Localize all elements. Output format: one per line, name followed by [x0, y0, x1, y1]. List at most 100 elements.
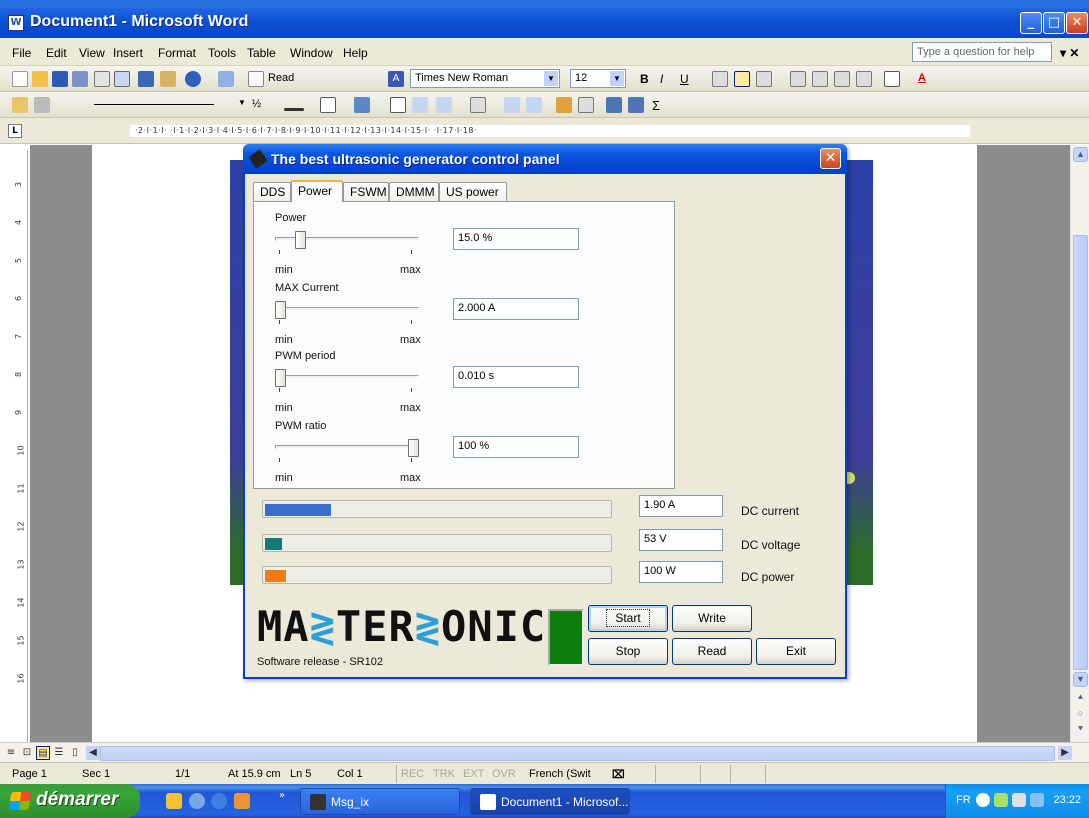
chevron-down-icon[interactable]: ▼: [238, 98, 246, 107]
borders-icon[interactable]: [884, 71, 900, 87]
merge-cells-icon[interactable]: [412, 97, 428, 113]
scroll-thumb[interactable]: [1073, 235, 1088, 670]
read-button[interactable]: Read: [672, 638, 752, 665]
dialog-close-button[interactable]: ✕: [820, 148, 841, 169]
table-icon[interactable]: [390, 97, 406, 113]
slider[interactable]: [275, 301, 419, 319]
help-search-input[interactable]: Type a question for help: [912, 42, 1052, 62]
ie-icon[interactable]: [189, 793, 205, 809]
menu-tools[interactable]: Tools: [208, 46, 236, 60]
font-size-select[interactable]: 12 ▼: [570, 69, 626, 88]
write-button[interactable]: Write: [672, 605, 752, 632]
insert-table-icon[interactable]: [218, 71, 234, 87]
research-icon[interactable]: [138, 71, 154, 87]
previous-page-icon[interactable]: ⯅: [1073, 691, 1088, 706]
styles-icon[interactable]: A: [388, 71, 404, 87]
autoformat-icon[interactable]: [556, 97, 572, 113]
scroll-up-icon[interactable]: ▲: [1073, 147, 1088, 162]
word-app-icon[interactable]: W: [8, 15, 24, 31]
slider[interactable]: [275, 231, 419, 249]
menu-insert[interactable]: Insert: [113, 46, 143, 60]
outlook-icon[interactable]: [234, 793, 250, 809]
tab-fswm[interactable]: FSWM: [343, 182, 389, 201]
tab-dmmm[interactable]: DMMM: [389, 182, 439, 201]
align-cell-icon[interactable]: [470, 97, 486, 113]
status-rec[interactable]: REC: [401, 768, 424, 780]
save-icon[interactable]: [52, 71, 68, 87]
align-center-icon[interactable]: [734, 71, 750, 87]
split-cells-icon[interactable]: [436, 97, 452, 113]
tab-power[interactable]: Power: [291, 180, 343, 202]
reading-view-icon[interactable]: ▯: [68, 746, 82, 760]
sort-ascending-icon[interactable]: [606, 97, 622, 113]
scroll-down-icon[interactable]: ▼: [1073, 672, 1088, 687]
status-ext[interactable]: EXT: [463, 768, 484, 780]
menu-file[interactable]: File: [12, 46, 31, 60]
tab-stop-selector[interactable]: L: [8, 124, 22, 138]
menu-edit[interactable]: Edit: [46, 46, 67, 60]
slider[interactable]: [275, 369, 419, 387]
decrease-indent-icon[interactable]: [834, 71, 850, 87]
connection-icon[interactable]: [1030, 793, 1044, 807]
input-language[interactable]: FR: [956, 794, 971, 806]
slider-value-field[interactable]: 100 %: [453, 436, 579, 458]
align-right-icon[interactable]: [756, 71, 772, 87]
status-trk[interactable]: TRK: [433, 768, 455, 780]
numbering-icon[interactable]: [790, 71, 806, 87]
increase-indent-icon[interactable]: [856, 71, 872, 87]
slider-thumb[interactable]: [275, 301, 286, 319]
read-mode-icon[interactable]: [248, 71, 264, 87]
scroll-right-icon[interactable]: ▶: [1058, 746, 1072, 760]
slider[interactable]: [275, 439, 419, 457]
tab-us-power[interactable]: US power: [439, 182, 507, 201]
edit-icon[interactable]: [12, 97, 28, 113]
normal-view-icon[interactable]: ≡: [4, 746, 18, 760]
spelling-status-icon[interactable]: ⌧: [612, 768, 625, 781]
exit-button[interactable]: Exit: [756, 638, 836, 665]
slider-thumb[interactable]: [408, 439, 419, 457]
meter-value-field[interactable]: 100 W: [639, 561, 723, 583]
border-icon[interactable]: [320, 97, 336, 113]
slider-value-field[interactable]: 15.0 %: [453, 228, 579, 250]
meter-value-field[interactable]: 1.90 A: [639, 495, 723, 517]
distribute-columns-icon[interactable]: [526, 97, 542, 113]
line-weight-select[interactable]: ½: [252, 98, 261, 110]
menu-format[interactable]: Format: [158, 46, 196, 60]
hscroll-thumb[interactable]: [100, 746, 1055, 761]
permission-icon[interactable]: [72, 71, 88, 87]
undo-icon[interactable]: [185, 71, 201, 87]
next-page-icon[interactable]: ⯆: [1073, 723, 1088, 738]
slider-thumb[interactable]: [275, 369, 286, 387]
sort-descending-icon[interactable]: [628, 97, 644, 113]
ie-alt-icon[interactable]: [211, 793, 227, 809]
scroll-left-icon[interactable]: ◀: [86, 746, 100, 760]
start-button[interactable]: démarrer: [0, 784, 140, 818]
tray-expand-icon[interactable]: [976, 793, 990, 807]
menu-view[interactable]: View: [79, 46, 105, 60]
clock[interactable]: 23:22: [1053, 794, 1081, 806]
menu-help[interactable]: Help: [343, 46, 368, 60]
slider-thumb[interactable]: [295, 231, 306, 249]
network-icon[interactable]: [994, 793, 1008, 807]
tab-dds[interactable]: DDS: [253, 182, 291, 201]
stop-button[interactable]: Stop: [588, 638, 668, 665]
browse-object-icon[interactable]: ○: [1073, 707, 1088, 722]
bullets-icon[interactable]: [812, 71, 828, 87]
start-button-dialog[interactable]: Start: [588, 605, 668, 632]
slider-value-field[interactable]: 0.010 s: [453, 366, 579, 388]
fill-color-icon[interactable]: [354, 97, 370, 113]
italic-button[interactable]: I: [660, 72, 663, 86]
vertical-scrollbar[interactable]: ▲ ▼ ⯅ ○ ⯆: [1070, 145, 1089, 742]
slider-value-field[interactable]: 2.000 A: [453, 298, 579, 320]
web-view-icon[interactable]: ⊡: [20, 746, 34, 760]
line-style-preview[interactable]: [94, 104, 214, 105]
task-word-doc[interactable]: Document1 - Microsof...: [470, 788, 630, 815]
underline-button[interactable]: U: [680, 72, 689, 86]
menu-window[interactable]: Window: [290, 46, 333, 60]
status-ovr[interactable]: OVR: [492, 768, 516, 780]
close-doc-icon[interactable]: ▾ ✕: [1060, 46, 1079, 60]
autosum-icon[interactable]: Σ: [652, 98, 660, 113]
menu-table[interactable]: Table: [247, 46, 276, 60]
meter-value-field[interactable]: 53 V: [639, 529, 723, 551]
font-color-icon[interactable]: A: [918, 72, 926, 84]
